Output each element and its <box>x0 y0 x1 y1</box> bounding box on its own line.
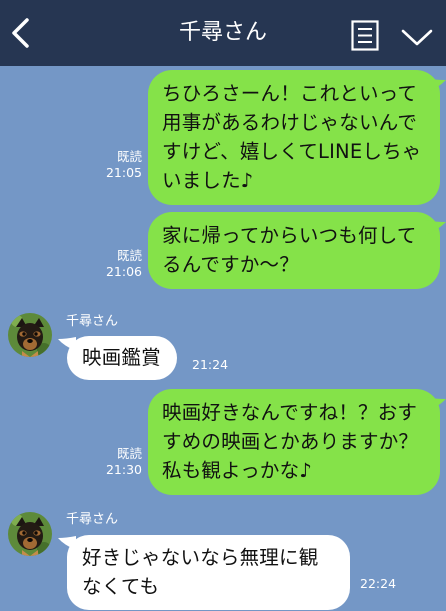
chevron-down-icon[interactable] <box>400 26 434 48</box>
message-text: 映画鑑賞 <box>82 346 161 369</box>
contact-avatar[interactable] <box>8 313 52 357</box>
dog-avatar <box>8 512 52 556</box>
received-message-bubble[interactable]: 映画鑑賞 <box>67 336 177 380</box>
message-time: 21:24 <box>192 357 229 372</box>
message-status: 既読 21:06 <box>100 248 142 280</box>
read-receipt: 既読 <box>116 446 142 461</box>
message-text: 好きじゃないなら無理に観なくても <box>82 546 319 598</box>
bubble-tail <box>424 397 446 413</box>
message-status: 既読 21:30 <box>100 446 142 478</box>
bubble-tail <box>424 220 446 236</box>
message-text: 映画好きなんですね！？おすすめの映画とかありますか？私も観よっかな♪ <box>162 401 419 482</box>
received-message-bubble[interactable]: 好きじゃないなら無理に観なくても <box>67 535 350 610</box>
bubble-tail <box>424 78 446 94</box>
sender-name: 千尋さん <box>66 314 119 329</box>
back-arrow-icon[interactable] <box>8 17 34 49</box>
message-text: 家に帰ってからいつも何してるんですか〜？ <box>162 224 417 276</box>
message-text: ちひろさーん！これといって用事があるわけじゃないんですけど、嬉しくてLINEしち… <box>162 82 422 192</box>
message-time: 21:06 <box>105 264 142 279</box>
message-status: 既読 21:05 <box>100 149 142 181</box>
sent-message-bubble[interactable]: 映画好きなんですね！？おすすめの映画とかありますか？私も観よっかな♪ <box>148 389 440 495</box>
chat-header: 千尋さん <box>0 0 446 66</box>
menu-list-icon[interactable] <box>351 20 379 51</box>
message-time: 21:30 <box>105 462 142 477</box>
chat-title: 千尋さん <box>178 20 267 45</box>
dog-avatar <box>8 313 52 357</box>
message-time: 22:24 <box>360 576 397 591</box>
sent-message-bubble[interactable]: ちひろさーん！これといって用事があるわけじゃないんですけど、嬉しくてLINEしち… <box>148 70 440 205</box>
message-time: 21:05 <box>105 165 142 180</box>
read-receipt: 既読 <box>116 149 142 164</box>
sender-name: 千尋さん <box>66 512 119 527</box>
sent-message-bubble[interactable]: 家に帰ってからいつも何してるんですか〜？ <box>148 212 440 289</box>
contact-avatar[interactable] <box>8 512 52 556</box>
read-receipt: 既読 <box>116 248 142 263</box>
